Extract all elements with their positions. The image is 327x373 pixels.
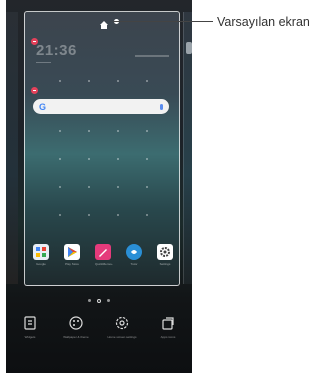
google-logo-icon: G — [39, 101, 47, 112]
grid-dot — [117, 158, 119, 160]
default-screen-callout: Varsayılan ekran — [217, 15, 310, 29]
app-play-store[interactable]: Play Store — [64, 244, 80, 266]
previous-page-preview[interactable] — [6, 12, 18, 284]
page-dot — [107, 299, 110, 302]
next-page-preview[interactable] — [183, 12, 192, 284]
weather-widget — [135, 55, 169, 57]
callout-line — [113, 21, 213, 22]
widget-peek — [186, 42, 192, 54]
grid-dot — [59, 80, 61, 82]
app-label: QuickMemo+ — [95, 262, 113, 266]
palette-icon — [69, 316, 83, 330]
grid-dot — [59, 158, 61, 160]
grid-dot — [88, 186, 90, 188]
grid-dot — [59, 186, 61, 188]
home-settings-button[interactable]: Home screen settings — [102, 315, 142, 339]
home-page-preview[interactable]: 21:36 ▬▬▬▬▬ G Google Play Store QuickMem… — [24, 11, 180, 286]
app-icons-button[interactable]: Apps icons — [148, 315, 188, 339]
option-label: Home screen settings — [107, 335, 137, 339]
grid-dot — [59, 130, 61, 132]
app-label: Play Store — [65, 262, 79, 266]
app-settings[interactable]: Settings — [157, 244, 173, 266]
grid-dot — [117, 80, 119, 82]
grid-dot — [146, 80, 148, 82]
mic-icon — [160, 103, 163, 110]
grid-dot — [117, 214, 119, 216]
option-label: Widgets — [24, 335, 36, 339]
app-label: Tutor — [130, 262, 138, 266]
grid-dot — [88, 130, 90, 132]
app-quickmemo[interactable]: QuickMemo+ — [95, 244, 113, 266]
app-dock: Google Play Store QuickMemo+ Tutor Setti… — [33, 244, 173, 270]
grid-dot — [146, 158, 148, 160]
folder-icon — [33, 244, 49, 260]
pen-icon — [95, 244, 111, 260]
current-page-dot — [97, 298, 101, 303]
grid-dot — [117, 130, 119, 132]
grid-dot — [146, 130, 148, 132]
app-label: Settings — [159, 262, 171, 266]
grid-dot — [88, 158, 90, 160]
app-tutor[interactable]: Tutor — [126, 244, 142, 266]
app-label: Google — [36, 262, 46, 266]
gear-icon — [115, 316, 129, 330]
chat-icon — [126, 244, 142, 260]
wallpaper-theme-button[interactable]: Wallpaper & theme — [56, 315, 96, 339]
grid-dot — [88, 80, 90, 82]
grid-dot — [59, 214, 61, 216]
page-dot — [88, 299, 91, 302]
remove-widget-icon[interactable] — [31, 87, 38, 94]
page-indicator — [88, 298, 118, 303]
clock-widget: 21:36 — [36, 42, 77, 59]
gear-icon — [157, 244, 173, 260]
play-store-icon — [64, 244, 80, 260]
widget-icon — [24, 316, 36, 330]
option-label: Wallpaper & theme — [63, 335, 89, 339]
home-icon[interactable] — [99, 17, 109, 29]
widgets-button[interactable]: Widgets — [10, 315, 50, 339]
home-edit-options: Widgets Wallpaper & theme Home screen se… — [6, 315, 192, 355]
option-label: Apps icons — [160, 335, 176, 339]
grid-dot — [146, 214, 148, 216]
copy-icon — [162, 317, 174, 330]
clock-date: ▬▬▬▬▬ — [36, 60, 51, 64]
google-search-widget[interactable]: G — [33, 99, 169, 114]
grid-dot — [117, 186, 119, 188]
app-google-folder[interactable]: Google — [33, 244, 49, 266]
grid-dot — [146, 186, 148, 188]
home-edit-screen: 21:36 ▬▬▬▬▬ G Google Play Store QuickMem… — [6, 0, 192, 373]
grid-dot — [88, 214, 90, 216]
